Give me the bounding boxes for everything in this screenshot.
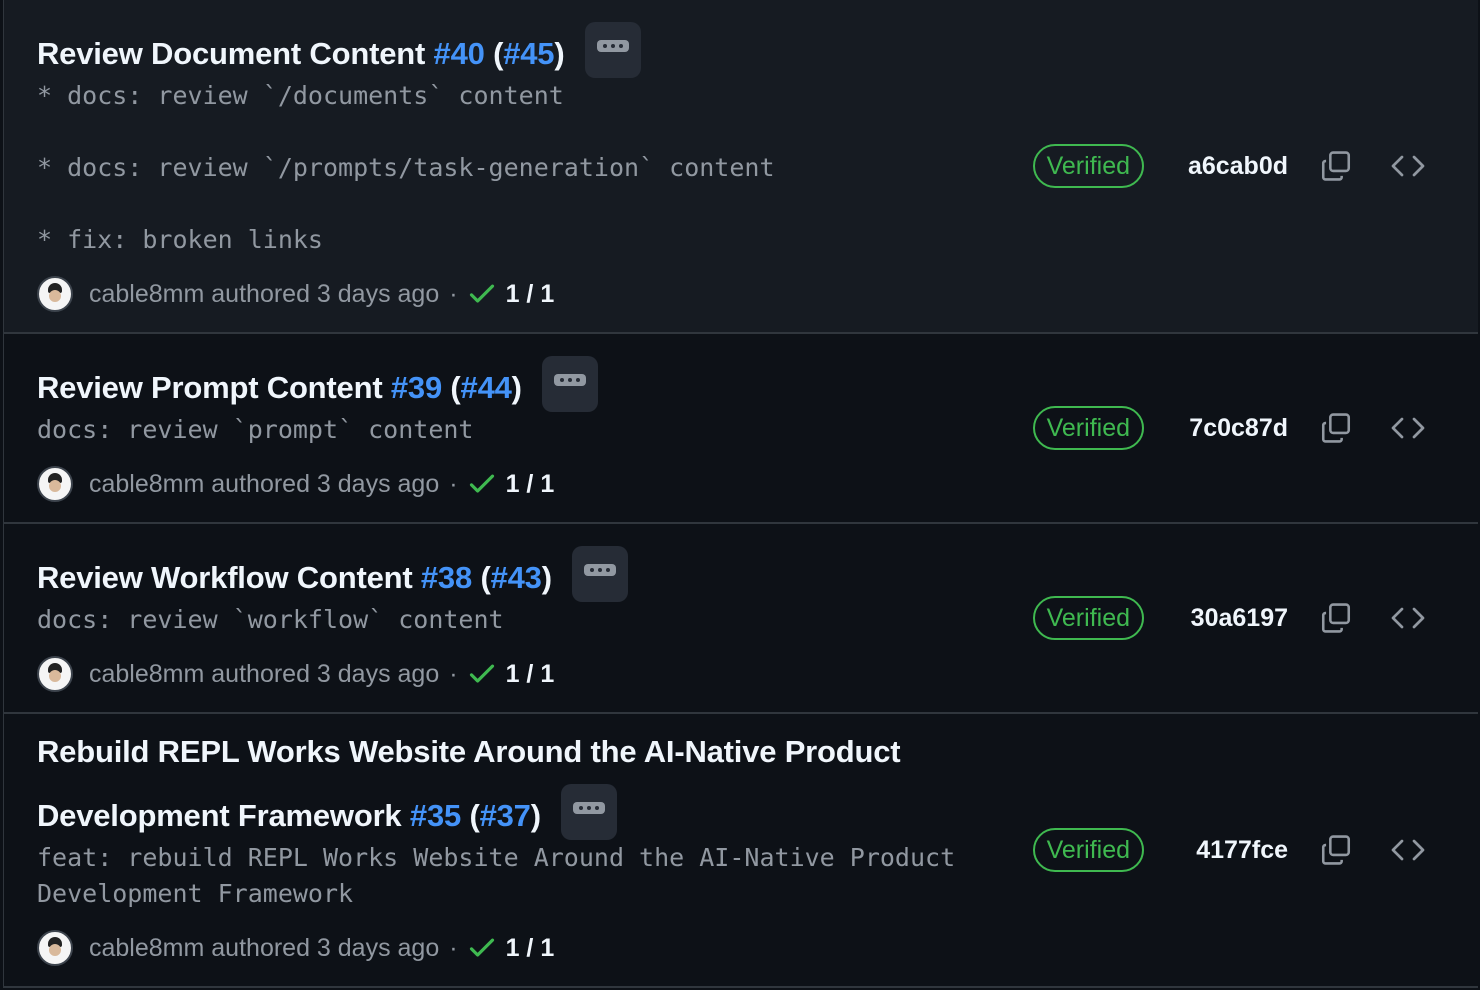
commit-title-link[interactable]: Development Framework [37, 798, 402, 833]
pr-link[interactable]: #40 [434, 36, 485, 71]
copy-icon [1321, 835, 1351, 865]
pr-link[interactable]: #38 [421, 560, 472, 595]
commit-description: * docs: review `/documents` content * do… [37, 81, 775, 254]
expand-description-button[interactable] [584, 22, 641, 78]
commit-title: Review Prompt Content #39 (#44) [37, 356, 599, 418]
avatar[interactable] [37, 930, 73, 966]
copy-sha-button[interactable] [1316, 408, 1356, 448]
commit-title-link[interactable]: Rebuild REPL Works Website Around the AI… [37, 734, 901, 769]
commit-sha-link[interactable]: 4177fce [1184, 836, 1288, 865]
checks-status[interactable]: 1 / 1 [506, 470, 555, 499]
browse-code-button[interactable] [1388, 408, 1428, 448]
copy-icon [1321, 413, 1351, 443]
ellipsis-icon [573, 802, 606, 814]
copy-sha-button[interactable] [1316, 146, 1356, 186]
author-link[interactable]: cable8mm [89, 934, 204, 963]
avatar[interactable] [37, 656, 73, 692]
separator: · [449, 659, 458, 688]
check-icon[interactable] [468, 280, 496, 308]
commit-actions: Verified 30a6197 [1032, 596, 1428, 640]
merged-pr-link[interactable]: #45 [503, 36, 554, 71]
paren-open: ( [493, 36, 504, 72]
browse-code-button[interactable] [1388, 146, 1428, 186]
commit-title: Review Document Content #40 (#45) [37, 22, 641, 84]
commit-list: Review Document Content #40 (#45) * docs… [0, 0, 1480, 990]
commit-description: docs: review `workflow` content [37, 605, 504, 634]
commit-actions: Verified 4177fce [1032, 828, 1428, 872]
pr-link[interactable]: #39 [391, 370, 442, 405]
check-icon[interactable] [468, 660, 496, 688]
authored-time: authored 3 days ago [211, 469, 440, 498]
commit-sha-link[interactable]: 30a6197 [1184, 604, 1288, 633]
commit-title-line2: Development Framework #35 (#37) [37, 784, 618, 846]
ellipsis-icon [554, 374, 587, 386]
copy-sha-button[interactable] [1316, 830, 1356, 870]
commit-description: feat: rebuild REPL Works Website Around … [37, 843, 956, 908]
commit-actions: Verified 7c0c87d [1032, 406, 1428, 450]
separator: · [449, 279, 458, 308]
commit-row: Review Document Content #40 (#45) * docs… [3, 0, 1478, 334]
code-icon [1391, 155, 1425, 177]
separator: · [449, 933, 458, 962]
commit-row: Review Prompt Content #39 (#44) docs: re… [3, 334, 1478, 524]
checks-status[interactable]: 1 / 1 [506, 280, 555, 309]
verified-badge[interactable]: Verified [1032, 596, 1144, 640]
paren-close: ) [511, 370, 522, 406]
code-icon [1391, 607, 1425, 629]
paren-open: ( [480, 560, 491, 596]
paren-open: ( [469, 798, 480, 834]
check-icon[interactable] [468, 934, 496, 962]
commit-title-link[interactable]: Review Document Content [37, 36, 425, 71]
commit-title: Review Workflow Content #38 (#43) [37, 546, 629, 608]
commit-title-link[interactable]: Review Workflow Content [37, 560, 413, 595]
verified-badge[interactable]: Verified [1032, 406, 1144, 450]
authored-time: authored 3 days ago [211, 279, 440, 308]
checks-status[interactable]: 1 / 1 [506, 934, 555, 963]
paren-close: ) [541, 560, 552, 596]
paren-close: ) [530, 798, 541, 834]
copy-icon [1321, 603, 1351, 633]
author-link[interactable]: cable8mm [89, 470, 204, 499]
commit-sha-link[interactable]: a6cab0d [1184, 152, 1288, 181]
expand-description-button[interactable] [561, 784, 618, 840]
author-link[interactable]: cable8mm [89, 280, 204, 309]
commit-meta: cable8mm authored 3 days ago · 1 / 1 [37, 656, 554, 692]
paren-close: ) [554, 36, 565, 72]
copy-sha-button[interactable] [1316, 598, 1356, 638]
author-link[interactable]: cable8mm [89, 660, 204, 689]
merged-pr-link[interactable]: #37 [480, 798, 531, 833]
avatar[interactable] [37, 466, 73, 502]
commit-title: Rebuild REPL Works Website Around the AI… [37, 734, 901, 770]
paren-open: ( [450, 370, 461, 406]
commit-meta: cable8mm authored 3 days ago · 1 / 1 [37, 276, 554, 312]
commit-description: docs: review `prompt` content [37, 415, 474, 444]
separator: · [449, 469, 458, 498]
pr-link[interactable]: #35 [410, 798, 461, 833]
commit-title-link[interactable]: Review Prompt Content [37, 370, 383, 405]
expand-description-button[interactable] [542, 356, 599, 412]
avatar[interactable] [37, 276, 73, 312]
authored-time: authored 3 days ago [211, 933, 440, 962]
commit-meta: cable8mm authored 3 days ago · 1 / 1 [37, 930, 554, 966]
ellipsis-icon [596, 40, 629, 52]
ellipsis-icon [584, 564, 617, 576]
commit-row: Review Workflow Content #38 (#43) docs: … [3, 524, 1478, 714]
code-icon [1391, 839, 1425, 861]
commit-actions: Verified a6cab0d [1032, 144, 1428, 188]
verified-badge[interactable]: Verified [1032, 828, 1144, 872]
browse-code-button[interactable] [1388, 598, 1428, 638]
copy-icon [1321, 151, 1351, 181]
browse-code-button[interactable] [1388, 830, 1428, 870]
checks-status[interactable]: 1 / 1 [506, 660, 555, 689]
commit-meta: cable8mm authored 3 days ago · 1 / 1 [37, 466, 554, 502]
authored-time: authored 3 days ago [211, 659, 440, 688]
code-icon [1391, 417, 1425, 439]
expand-description-button[interactable] [572, 546, 629, 602]
commit-row: Rebuild REPL Works Website Around the AI… [3, 714, 1478, 988]
verified-badge[interactable]: Verified [1032, 144, 1144, 188]
merged-pr-link[interactable]: #43 [491, 560, 542, 595]
merged-pr-link[interactable]: #44 [461, 370, 512, 405]
check-icon[interactable] [468, 470, 496, 498]
commit-sha-link[interactable]: 7c0c87d [1184, 414, 1288, 443]
